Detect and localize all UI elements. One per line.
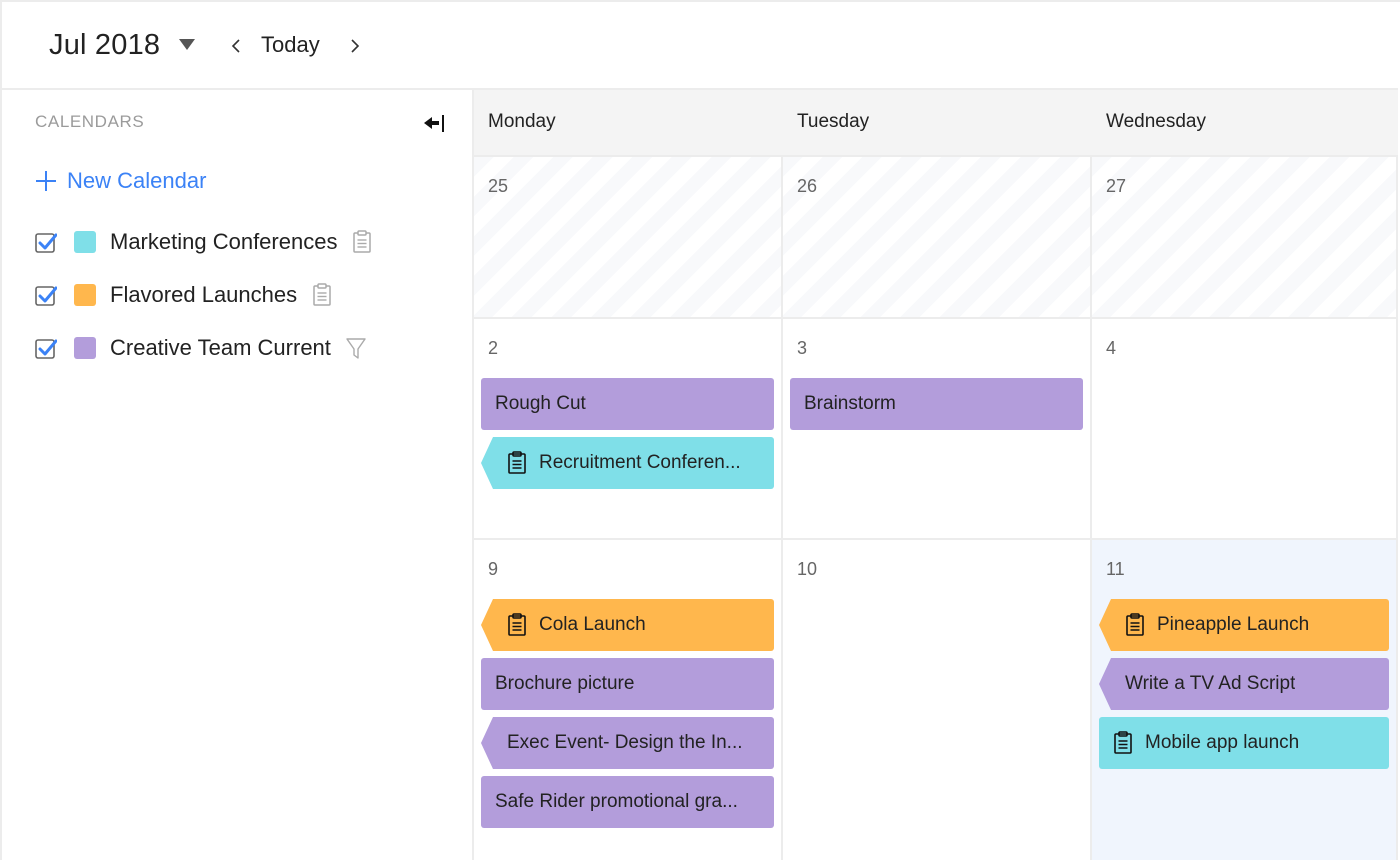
month-label[interactable]: Jul 2018: [49, 29, 160, 62]
weekday-label: Tuesday: [797, 111, 870, 132]
event-title: Pineapple Launch: [1157, 614, 1310, 635]
event-chip[interactable]: Rough Cut: [481, 378, 774, 430]
event-chip[interactable]: Brainstorm: [790, 378, 1083, 430]
sidebar-title: CALENDARS: [35, 112, 145, 131]
day-number: 25: [488, 176, 509, 196]
calendar-item: Flavored Launches: [35, 268, 373, 321]
event-title: Cola Launch: [539, 614, 646, 635]
calendar-header: Jul 2018 Today: [2, 2, 1398, 90]
event-chip[interactable]: Safe Rider promotional gra...: [481, 776, 774, 828]
day-cell[interactable]: 25: [474, 157, 783, 317]
event-title: Mobile app launch: [1145, 732, 1300, 753]
chevron-right-icon: [351, 39, 360, 53]
calendar-name[interactable]: Flavored Launches: [110, 282, 297, 308]
weekday-label: Monday: [488, 111, 556, 132]
calendar-list: Marketing Conferences Flavored Launches Cr…: [35, 215, 373, 374]
clipboard-icon: [1125, 613, 1145, 637]
calendars-sidebar: CALENDARS New Calendar Marketing Confere…: [2, 90, 474, 860]
week-row: 25 26 27: [474, 155, 1398, 317]
calendar-name[interactable]: Marketing Conferences: [110, 229, 337, 255]
day-number: 3: [797, 338, 808, 358]
clipboard-icon: [507, 451, 527, 475]
filter-icon[interactable]: [345, 336, 367, 360]
event-title: Recruitment Conferen...: [539, 452, 741, 473]
event-title: Safe Rider promotional gra...: [495, 791, 738, 812]
calendar-item: Creative Team Current: [35, 321, 373, 374]
collapse-sidebar-button[interactable]: [422, 112, 448, 134]
event-chip[interactable]: Pineapple Launch: [1099, 599, 1389, 651]
calendar-item: Marketing Conferences: [35, 215, 373, 268]
event-chip[interactable]: Mobile app launch: [1099, 717, 1389, 769]
event-chip[interactable]: Exec Event- Design the In...: [481, 717, 774, 769]
chevron-left-icon: [231, 39, 240, 53]
week-row: 2 Rough Cut Recruitment Conferen... 3 Brains…: [474, 317, 1398, 538]
day-cell[interactable]: 4: [1092, 319, 1398, 538]
clipboard-icon: [1113, 731, 1133, 755]
plus-icon: [35, 170, 57, 192]
event-chip[interactable]: Brochure picture: [481, 658, 774, 710]
day-number: 26: [797, 176, 818, 196]
day-number: 10: [797, 559, 818, 579]
day-cell[interactable]: 2 Rough Cut Recruitment Conferen...: [474, 319, 783, 538]
clipboard-icon[interactable]: [311, 282, 333, 307]
event-chip[interactable]: Write a TV Ad Script: [1099, 658, 1389, 710]
event-chip[interactable]: Cola Launch: [481, 599, 774, 651]
event-title: Write a TV Ad Script: [1125, 673, 1296, 694]
day-cell[interactable]: 9 Cola Launch Brochure picture Exec Event- …: [474, 540, 783, 860]
day-number: 4: [1106, 338, 1117, 358]
calendar-checkbox[interactable]: [35, 231, 58, 253]
day-cell-today[interactable]: 11 Pineapple Launch Write a TV Ad Script Mo…: [1092, 540, 1398, 860]
new-calendar-label: New Calendar: [67, 168, 207, 193]
new-calendar-button[interactable]: New Calendar: [35, 168, 206, 194]
calendar-name[interactable]: Creative Team Current: [110, 335, 331, 361]
weekday-label: Wednesday: [1106, 111, 1206, 132]
today-button[interactable]: Today: [261, 32, 320, 58]
collapse-left-icon: [424, 115, 444, 132]
day-cell[interactable]: 27: [1092, 157, 1398, 317]
event-title: Brochure picture: [495, 673, 635, 694]
day-cell[interactable]: 3 Brainstorm: [783, 319, 1092, 538]
next-month-button[interactable]: [345, 32, 365, 60]
event-title: Exec Event- Design the In...: [507, 732, 743, 753]
previous-month-button[interactable]: [226, 32, 246, 60]
day-number: 11: [1106, 559, 1125, 579]
day-cell[interactable]: 26: [783, 157, 1092, 317]
day-cell[interactable]: 10: [783, 540, 1092, 860]
calendar-checkbox[interactable]: [35, 284, 58, 306]
event-title: Rough Cut: [495, 393, 586, 414]
day-number: 9: [488, 559, 499, 579]
month-dropdown-icon[interactable]: [179, 39, 195, 50]
calendar-color-swatch[interactable]: [74, 283, 96, 306]
month-grid: Monday Tuesday Wednesday 25 26 27 2 Rough Cut R…: [474, 90, 1400, 860]
day-number: 2: [488, 338, 499, 358]
calendar-color-swatch[interactable]: [74, 336, 96, 359]
weekday-header: Monday Tuesday Wednesday: [474, 90, 1398, 155]
event-title: Brainstorm: [804, 393, 896, 414]
event-chip[interactable]: Recruitment Conferen...: [481, 437, 774, 489]
week-row: 9 Cola Launch Brochure picture Exec Event- …: [474, 538, 1398, 860]
clipboard-icon[interactable]: [351, 229, 373, 254]
clipboard-icon: [507, 613, 527, 637]
day-number: 27: [1106, 176, 1127, 196]
calendar-checkbox[interactable]: [35, 337, 58, 359]
calendar-color-swatch[interactable]: [74, 230, 96, 253]
